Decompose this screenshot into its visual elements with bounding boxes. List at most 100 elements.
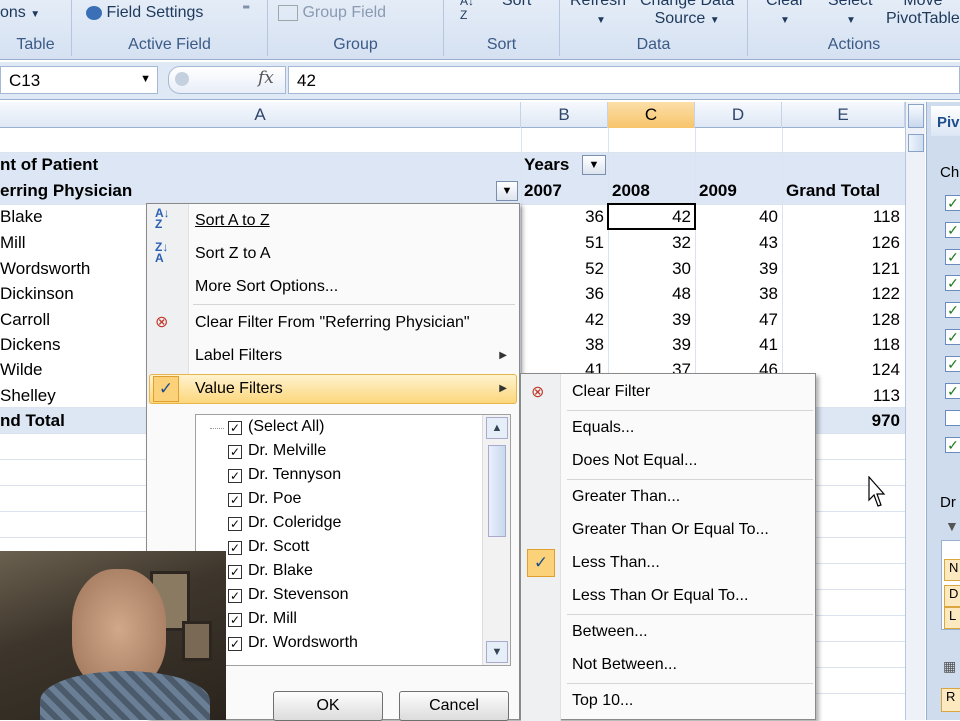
field-checkbox[interactable]: ✓ xyxy=(945,222,960,238)
cell-value[interactable]: 48 xyxy=(651,284,691,304)
insert-function-icon[interactable]: fx xyxy=(258,68,274,88)
does-not-equal-item[interactable]: Does Not Equal... xyxy=(572,452,697,470)
cell-value[interactable]: 39 xyxy=(651,335,691,355)
greater-than-or-equal-item[interactable]: Greater Than Or Equal To... xyxy=(572,521,769,539)
field-checkbox[interactable]: ✓ xyxy=(945,275,960,291)
clear-button[interactable]: Clear ▼ xyxy=(766,0,804,28)
filter-values-list[interactable]: ✓ (Select All) ✓ Dr. Melville ✓ Dr. Tennyso… xyxy=(195,414,511,666)
row-label[interactable]: Carroll xyxy=(0,310,50,330)
field-checkbox[interactable]: ✓ xyxy=(945,195,960,211)
chevron-down-icon[interactable]: ▼ xyxy=(140,73,151,85)
cell-value[interactable]: 47 xyxy=(738,310,778,330)
checkbox-icon[interactable]: ✓ xyxy=(228,517,242,531)
move-pivottable-button[interactable]: Move PivotTable xyxy=(886,0,960,28)
row-label[interactable]: Shelley xyxy=(0,386,56,406)
cell-value[interactable]: 126 xyxy=(860,233,900,253)
checkbox-icon[interactable]: ✓ xyxy=(228,565,242,579)
field-checkbox[interactable]: ✓ xyxy=(945,329,960,345)
scroll-down-icon[interactable]: ▼ xyxy=(486,641,508,663)
list-item[interactable]: ✓ Dr. Tennyson xyxy=(228,466,341,484)
row-label[interactable]: Dickinson xyxy=(0,284,74,304)
row-label[interactable]: Dickens xyxy=(0,335,60,355)
row-label[interactable]: Wordsworth xyxy=(0,259,90,279)
options-button[interactable]: ons ▼ xyxy=(0,4,40,22)
cell-value[interactable]: 43 xyxy=(738,233,778,253)
cell-value[interactable]: 30 xyxy=(651,259,691,279)
field-checkbox[interactable]: ✓ xyxy=(945,302,960,318)
drop-area-item[interactable]: L xyxy=(944,607,960,629)
field-checkbox[interactable]: ✓ xyxy=(945,249,960,265)
list-scrollbar[interactable]: ▲ ▼ xyxy=(482,415,510,665)
label-filters-item[interactable]: Label Filters xyxy=(195,347,282,365)
sort-az-small-icon[interactable]: A↓ Z xyxy=(460,0,474,22)
row-label[interactable]: Mill xyxy=(0,233,26,253)
cell-value[interactable]: 121 xyxy=(860,259,900,279)
row-label[interactable]: Blake xyxy=(0,207,43,227)
cell-value[interactable]: 36 xyxy=(564,284,604,304)
cell-value[interactable]: 113 xyxy=(860,386,900,406)
grand-total-label[interactable]: nd Total xyxy=(0,411,65,431)
drop-area-item[interactable]: R xyxy=(941,688,960,712)
list-item[interactable]: ✓ Dr. Melville xyxy=(228,442,326,460)
clear-filter-item[interactable]: Clear Filter From "Referring Physician" xyxy=(195,314,470,332)
cell-value[interactable]: 39 xyxy=(651,310,691,330)
greater-than-item[interactable]: Greater Than... xyxy=(572,488,680,506)
collapse-icon[interactable]: ⁼ xyxy=(242,0,250,20)
field-checkbox[interactable]: ✓ xyxy=(945,383,960,399)
checkbox-icon[interactable]: ✓ xyxy=(228,541,242,555)
field-settings-button[interactable]: Field Settings xyxy=(86,4,203,22)
checkbox-icon[interactable]: ✓ xyxy=(228,421,242,435)
cell-value[interactable]: 51 xyxy=(564,233,604,253)
cell-value[interactable]: 38 xyxy=(738,284,778,304)
drop-area-item[interactable]: D xyxy=(944,585,960,607)
equals-item[interactable]: Equals... xyxy=(572,419,634,437)
select-button[interactable]: Select ▼ xyxy=(828,0,872,28)
change-data-source-button[interactable]: Change Data Source ▼ xyxy=(640,0,734,28)
checkbox-icon[interactable]: ✓ xyxy=(228,469,242,483)
list-item[interactable]: ✓ Dr. Wordsworth xyxy=(228,634,358,652)
list-item[interactable]: ✓ Dr. Mill xyxy=(228,610,297,628)
checkbox-icon[interactable]: ✓ xyxy=(228,493,242,507)
name-box[interactable]: C13 ▼ xyxy=(0,66,158,94)
sort-z-to-a-item[interactable]: Sort Z to A xyxy=(195,245,271,263)
cell-value[interactable]: 118 xyxy=(860,207,900,227)
ok-button[interactable]: OK xyxy=(273,691,383,721)
drop-area-item[interactable]: N xyxy=(944,559,960,581)
group-field-button[interactable]: Group Field xyxy=(278,4,386,22)
cell-value[interactable]: 52 xyxy=(564,259,604,279)
list-item[interactable]: ✓ Dr. Stevenson xyxy=(228,586,349,604)
scroll-up-icon[interactable]: ▲ xyxy=(486,417,508,439)
cell-value[interactable]: 32 xyxy=(651,233,691,253)
grand-total-value[interactable]: 970 xyxy=(860,411,900,431)
cell-value[interactable]: 128 xyxy=(860,310,900,330)
list-item[interactable]: ✓ Dr. Coleridge xyxy=(228,514,341,532)
checkbox-icon[interactable]: ✓ xyxy=(228,445,242,459)
column-header-d[interactable]: D xyxy=(695,102,782,128)
cell-value[interactable]: 122 xyxy=(860,284,900,304)
clear-filter-item[interactable]: Clear Filter xyxy=(572,383,650,401)
cell-value[interactable]: 41 xyxy=(738,335,778,355)
more-sort-options-item[interactable]: More Sort Options... xyxy=(195,278,338,296)
filter-dropdown-icon[interactable]: ▼ xyxy=(496,181,518,201)
list-item[interactable]: ✓ Dr. Scott xyxy=(228,538,309,556)
scroll-up-icon[interactable] xyxy=(908,104,924,128)
refresh-button[interactable]: Refresh ▼ xyxy=(570,0,626,28)
checkbox-icon[interactable]: ✓ xyxy=(228,589,242,603)
field-checkbox[interactable]: ✓ xyxy=(945,356,960,372)
column-header-e[interactable]: E xyxy=(782,102,905,128)
cancel-button[interactable]: Cancel xyxy=(399,691,509,721)
value-filters-item[interactable]: Value Filters xyxy=(195,380,283,398)
column-header-b[interactable]: B xyxy=(521,102,608,128)
list-item[interactable]: ✓ Dr. Blake xyxy=(228,562,313,580)
column-header-c[interactable]: C xyxy=(608,102,695,128)
field-checkbox[interactable]: ✓ xyxy=(945,437,960,453)
years-dropdown-icon[interactable]: ▼ xyxy=(582,155,606,175)
between-item[interactable]: Between... xyxy=(572,623,648,641)
row-label[interactable]: Wilde xyxy=(0,360,43,380)
list-item[interactable]: ✓ (Select All) xyxy=(210,418,324,436)
cell-value[interactable]: 40 xyxy=(738,207,778,227)
cell-value[interactable]: 39 xyxy=(738,259,778,279)
formula-input[interactable]: 42 xyxy=(288,66,960,94)
less-than-or-equal-item[interactable]: Less Than Or Equal To... xyxy=(572,587,748,605)
field-checkbox-unchecked[interactable] xyxy=(945,410,960,426)
